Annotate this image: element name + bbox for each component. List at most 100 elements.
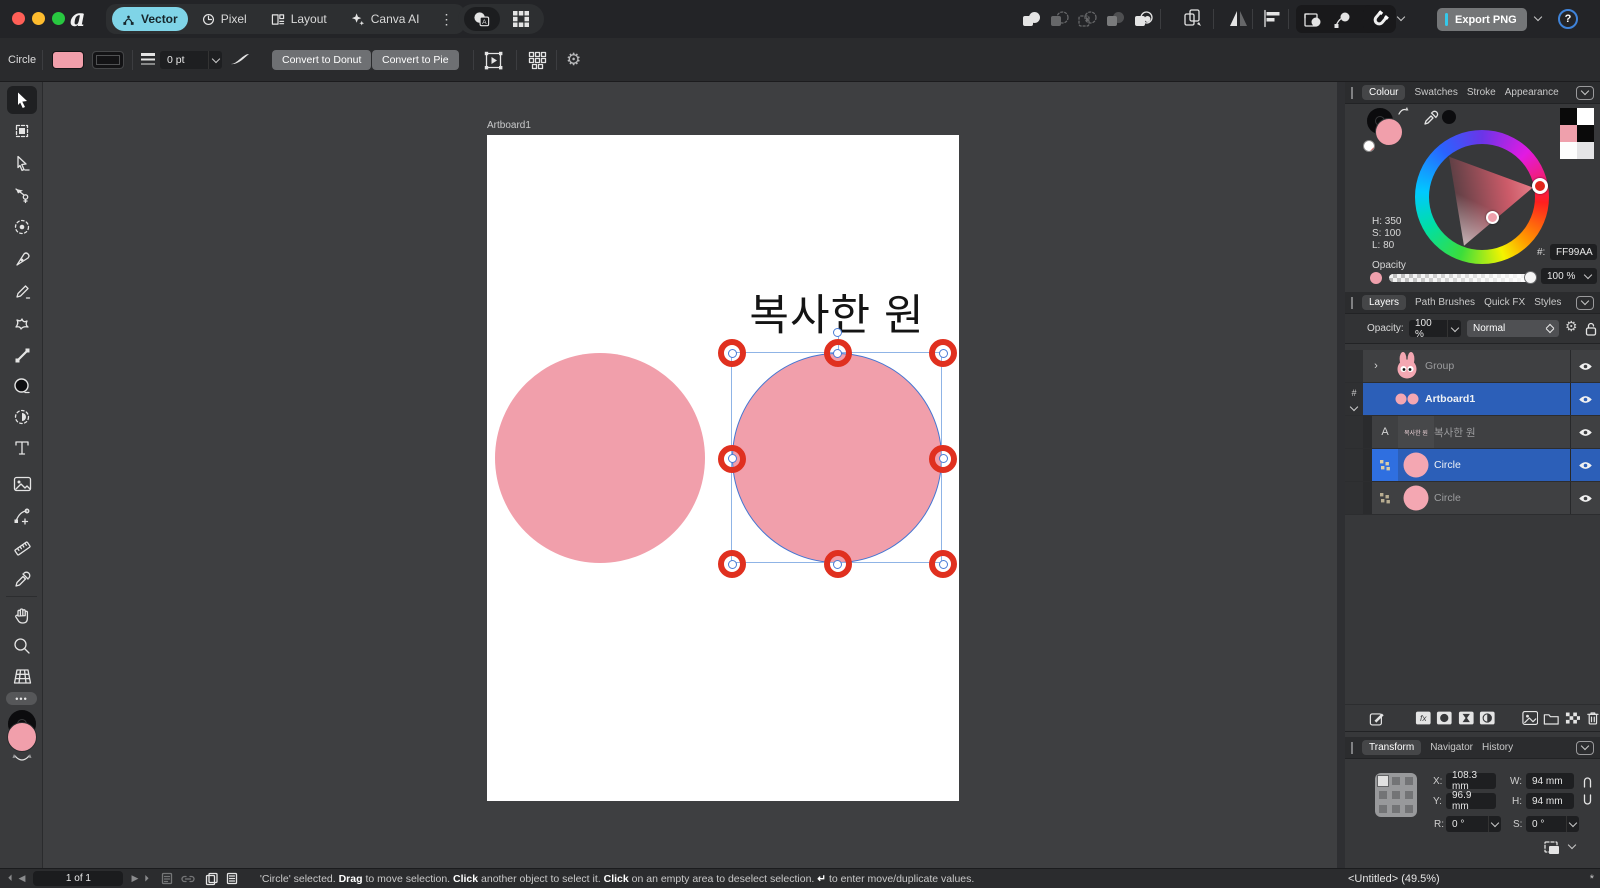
minimize-window-button[interactable] xyxy=(32,12,45,25)
boolean-xor-icon[interactable] xyxy=(1106,11,1125,28)
no-colour-swatch[interactable] xyxy=(1363,140,1375,152)
selection-handle-bottom-center[interactable] xyxy=(823,549,853,579)
artboard-title[interactable]: Artboard1 xyxy=(487,120,531,131)
hsl-colour-wheel[interactable] xyxy=(1415,130,1549,264)
expand-group-chevron[interactable]: › xyxy=(1363,350,1389,382)
panel-drag-grip[interactable] xyxy=(1351,741,1353,754)
persona-vector[interactable]: Vector xyxy=(112,7,188,31)
pencil-tool[interactable] xyxy=(7,277,37,305)
tab-path-brushes[interactable]: Path Brushes xyxy=(1415,297,1475,308)
stroke-width-dropdown[interactable] xyxy=(208,51,222,69)
selection-handle-bottom-right[interactable] xyxy=(928,549,958,579)
selection-handle-top-center[interactable] xyxy=(823,338,853,368)
last-page-button[interactable]: ⏵ xyxy=(144,873,149,884)
opacity-slider-knob[interactable] xyxy=(1524,271,1537,284)
tab-quick-fx[interactable]: Quick FX xyxy=(1484,297,1525,308)
boolean-intersect-icon[interactable] xyxy=(1078,10,1097,28)
tab-colour[interactable]: Colour xyxy=(1362,85,1406,100)
anchor-center[interactable] xyxy=(1392,791,1400,799)
vector-brush-tool[interactable] xyxy=(7,309,37,337)
colour-eyedropper-icon[interactable] xyxy=(1423,110,1439,126)
anchor-bottom-right[interactable] xyxy=(1405,805,1413,813)
y-input[interactable]: 96.9 mm xyxy=(1446,790,1496,812)
fill-colour-swatch[interactable] xyxy=(52,51,84,69)
stroke-style-icon[interactable] xyxy=(140,52,156,67)
recent-colours-grid[interactable] xyxy=(1560,108,1594,159)
rotation-handle[interactable] xyxy=(833,328,842,337)
selection-handle-top-left[interactable] xyxy=(717,338,747,368)
visibility-toggle[interactable] xyxy=(1570,416,1600,448)
panel-drag-grip[interactable] xyxy=(1351,296,1353,309)
selection-handle-bottom-left[interactable] xyxy=(717,549,747,579)
zoom-tool[interactable] xyxy=(7,632,37,660)
next-page-button[interactable]: ▶ xyxy=(131,873,138,884)
view-hand-tool[interactable] xyxy=(7,602,37,630)
grid-tool[interactable] xyxy=(7,662,37,690)
new-pixel-layer-icon[interactable] xyxy=(1521,710,1539,726)
snapping-options-chevron[interactable] xyxy=(1396,12,1406,22)
layers-opacity-input[interactable]: 100 % xyxy=(1409,318,1447,340)
visibility-toggle[interactable] xyxy=(1570,383,1600,415)
selection-bounding-box[interactable] xyxy=(718,328,957,578)
rotation-chevron[interactable] xyxy=(1488,816,1501,832)
artboard[interactable]: 복사한 원 xyxy=(487,135,959,801)
fill-gradient-tool[interactable] xyxy=(7,341,37,369)
measure-tool[interactable] xyxy=(7,534,37,562)
persona-layout[interactable]: Layout xyxy=(261,7,337,31)
w-input[interactable]: 94 mm xyxy=(1526,773,1574,789)
edit-mask-icon[interactable] xyxy=(1369,710,1385,727)
delete-trash-icon[interactable] xyxy=(1586,710,1600,726)
snapping-button[interactable] xyxy=(1363,5,1396,33)
panel-fill-swatch[interactable] xyxy=(1375,118,1403,146)
lock-icon[interactable] xyxy=(1585,322,1597,336)
layer-label[interactable]: Artboard1 xyxy=(1425,383,1570,415)
more-tools-button[interactable]: ••• xyxy=(6,692,37,705)
export-options-chevron[interactable] xyxy=(1533,12,1543,22)
anchor-point-selector[interactable] xyxy=(1375,773,1417,817)
layers-opacity-chevron[interactable] xyxy=(1447,320,1461,337)
duplicate-arrange-icon[interactable] xyxy=(1183,8,1204,29)
opacity-slider[interactable] xyxy=(1389,274,1531,282)
page-list-icon[interactable] xyxy=(226,872,238,885)
anchor-bottom-left[interactable] xyxy=(1379,805,1387,813)
panel-drag-grip[interactable] xyxy=(1351,86,1353,99)
help-button[interactable]: ? xyxy=(1558,9,1578,29)
layers-panel-menu[interactable] xyxy=(1576,295,1594,310)
align-icon[interactable] xyxy=(1262,9,1282,28)
ellipse-tool[interactable] xyxy=(7,372,37,400)
add-page-icon[interactable] xyxy=(161,872,173,885)
settings-gear-icon[interactable]: ⚙ xyxy=(566,50,581,70)
swap-colours-icon[interactable] xyxy=(12,754,32,764)
link-pages-icon[interactable] xyxy=(181,874,195,884)
hex-input[interactable]: FF99AA xyxy=(1550,244,1597,260)
vector-crop-tool[interactable] xyxy=(7,403,37,431)
canvas-viewport[interactable]: Artboard1 복사한 원 xyxy=(43,82,1337,868)
fx-icon[interactable]: fx xyxy=(1415,710,1432,726)
export-png-button[interactable]: Export PNG xyxy=(1437,8,1527,31)
snapping-grid-icon[interactable] xyxy=(528,51,547,70)
new-group-folder-icon[interactable] xyxy=(1543,711,1560,726)
anchor-top-right[interactable] xyxy=(1405,777,1413,785)
opacity-value-dropdown[interactable]: 100 % xyxy=(1541,268,1597,284)
toggle-assets-view[interactable]: A xyxy=(464,7,500,31)
anchor-top-left[interactable] xyxy=(1377,775,1389,787)
fill-colour-selector[interactable] xyxy=(7,722,37,752)
anchor-bottom-center[interactable] xyxy=(1392,805,1400,813)
transform-panel-menu[interactable] xyxy=(1576,740,1594,755)
triangle-selector-knob[interactable] xyxy=(1486,211,1499,224)
move-duplicate-icon[interactable] xyxy=(1303,10,1323,29)
place-image-tool[interactable] xyxy=(7,470,37,498)
hue-selector-knob[interactable] xyxy=(1532,178,1548,194)
picked-colour-dot[interactable] xyxy=(1442,110,1456,124)
adjustment-icon[interactable] xyxy=(1458,710,1475,726)
new-layer-checker-icon[interactable] xyxy=(1565,711,1581,726)
shear-input[interactable]: 0 ° xyxy=(1526,816,1566,832)
x-input[interactable]: 108.3 mm xyxy=(1446,770,1496,792)
first-page-button[interactable]: ⏴ xyxy=(8,873,13,884)
layer-label[interactable]: Group xyxy=(1425,350,1570,382)
swap-fill-stroke-icon[interactable] xyxy=(1397,106,1409,117)
convert-to-donut-button[interactable]: Convert to Donut xyxy=(272,50,372,70)
circle-shape-left[interactable] xyxy=(495,353,705,563)
layer-row-circle-selected[interactable]: Circle xyxy=(1345,449,1600,482)
visibility-toggle[interactable] xyxy=(1570,449,1600,481)
